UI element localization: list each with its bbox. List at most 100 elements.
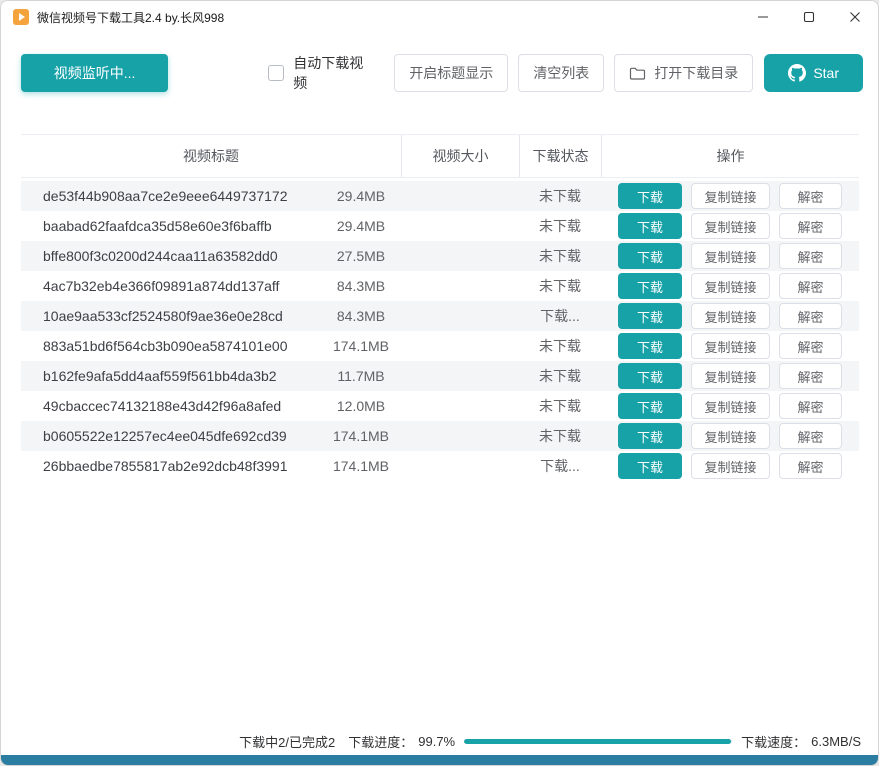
download-button[interactable]: 下载 (618, 213, 682, 239)
title-display-button[interactable]: 开启标题显示 (394, 54, 508, 92)
table-row: 883a51bd6f564cb3b090ea5874101e00 174.1MB… (21, 331, 859, 361)
video-size-cell: 27.5MB (301, 248, 421, 264)
video-size-cell: 84.3MB (301, 308, 421, 324)
download-button[interactable]: 下载 (618, 333, 682, 359)
table-row: 49cbaccec74132188e43d42f96a8afed 12.0MB … (21, 391, 859, 421)
header-download-status: 下载状态 (519, 135, 601, 177)
close-button[interactable] (832, 1, 878, 33)
decrypt-button[interactable]: 解密 (779, 393, 842, 419)
video-title-cell: 49cbaccec74132188e43d42f96a8afed (21, 398, 301, 414)
table-row: b162fe9afa5dd4aaf559f561bb4da3b2 11.7MB … (21, 361, 859, 391)
table-row: 10ae9aa533cf2524580f9ae36e0e28cd 84.3MB … (21, 301, 859, 331)
copy-link-button[interactable]: 复制链接 (691, 363, 770, 389)
download-button[interactable]: 下载 (618, 423, 682, 449)
video-size-cell: 12.0MB (301, 398, 421, 414)
auto-download-checkbox-group[interactable]: 自动下载视频 (268, 53, 374, 93)
github-star-button[interactable]: Star (764, 54, 863, 92)
maximize-icon (803, 11, 815, 23)
copy-link-button[interactable]: 复制链接 (691, 453, 770, 479)
decrypt-button[interactable]: 解密 (779, 243, 842, 269)
header-video-size: 视频大小 (401, 135, 519, 177)
minimize-icon (757, 11, 769, 23)
github-star-label: Star (813, 65, 839, 81)
titlebar: 微信视频号下载工具2.4 by.长风998 (1, 1, 878, 33)
copy-link-button[interactable]: 复制链接 (691, 273, 770, 299)
auto-download-checkbox[interactable] (268, 65, 284, 81)
window-controls (740, 1, 878, 33)
bottom-progress-bar (1, 755, 878, 765)
video-title-cell: 10ae9aa533cf2524580f9ae36e0e28cd (21, 308, 301, 324)
copy-link-button[interactable]: 复制链接 (691, 213, 770, 239)
download-button[interactable]: 下载 (618, 393, 682, 419)
video-title-cell: de53f44b908aa7ce2e9eee6449737172 (21, 188, 301, 204)
download-button[interactable]: 下载 (618, 453, 682, 479)
progress-label: 下载进度： (348, 732, 413, 751)
toolbar: 视频监听中... 自动下载视频 开启标题显示 清空列表 打开下载目录 Star (1, 33, 878, 93)
clear-list-button[interactable]: 清空列表 (518, 54, 604, 92)
close-icon (849, 11, 861, 23)
operations-cell: 下载 复制链接 解密 (601, 333, 859, 359)
table-row: 4ac7b32eb4e366f09891a874dd137aff 84.3MB … (21, 271, 859, 301)
copy-link-button[interactable]: 复制链接 (691, 303, 770, 329)
video-size-cell: 84.3MB (301, 278, 421, 294)
video-title-cell: b0605522e12257ec4ee045dfe692cd39 (21, 428, 301, 444)
open-download-dir-button[interactable]: 打开下载目录 (614, 54, 753, 92)
decrypt-button[interactable]: 解密 (779, 453, 842, 479)
maximize-button[interactable] (786, 1, 832, 33)
operations-cell: 下载 复制链接 解密 (601, 393, 859, 419)
decrypt-button[interactable]: 解密 (779, 423, 842, 449)
open-download-dir-label: 打开下载目录 (654, 63, 738, 83)
decrypt-button[interactable]: 解密 (779, 363, 842, 389)
operations-cell: 下载 复制链接 解密 (601, 243, 859, 269)
decrypt-button[interactable]: 解密 (779, 183, 842, 209)
video-size-cell: 29.4MB (301, 218, 421, 234)
video-title-cell: baabad62faafdca35d58e60e3f6baffb (21, 218, 301, 234)
operations-cell: 下载 复制链接 解密 (601, 273, 859, 299)
operations-cell: 下载 复制链接 解密 (601, 213, 859, 239)
header-video-title: 视频标题 (21, 135, 401, 177)
decrypt-button[interactable]: 解密 (779, 213, 842, 239)
table-row: baabad62faafdca35d58e60e3f6baffb 29.4MB … (21, 211, 859, 241)
download-status-cell: 下载... (519, 456, 601, 476)
progress-value: 99.7% (418, 734, 455, 749)
speed-label: 下载速度： (741, 732, 806, 751)
video-size-cell: 174.1MB (301, 458, 421, 474)
auto-download-label[interactable]: 自动下载视频 (293, 53, 374, 93)
table-row: b0605522e12257ec4ee045dfe692cd39 174.1MB… (21, 421, 859, 451)
download-status-cell: 未下载 (519, 336, 601, 356)
download-status-cell: 未下载 (519, 186, 601, 206)
copy-link-button[interactable]: 复制链接 (691, 393, 770, 419)
copy-link-button[interactable]: 复制链接 (691, 183, 770, 209)
operations-cell: 下载 复制链接 解密 (601, 423, 859, 449)
progress-bar (464, 739, 732, 744)
github-icon (788, 64, 806, 82)
copy-link-button[interactable]: 复制链接 (691, 423, 770, 449)
decrypt-button[interactable]: 解密 (779, 273, 842, 299)
download-button[interactable]: 下载 (618, 303, 682, 329)
copy-link-button[interactable]: 复制链接 (691, 243, 770, 269)
download-status-cell: 未下载 (519, 246, 601, 266)
table-row: bffe800f3c0200d244caa11a63582dd0 27.5MB … (21, 241, 859, 271)
video-size-cell: 11.7MB (301, 368, 421, 384)
monitor-button[interactable]: 视频监听中... (21, 54, 168, 92)
copy-link-button[interactable]: 复制链接 (691, 333, 770, 359)
decrypt-button[interactable]: 解密 (779, 303, 842, 329)
video-title-cell: bffe800f3c0200d244caa11a63582dd0 (21, 248, 301, 264)
download-status-cell: 未下载 (519, 396, 601, 416)
speed-value: 6.3MB/S (811, 734, 861, 749)
download-status-cell: 未下载 (519, 366, 601, 386)
minimize-button[interactable] (740, 1, 786, 33)
video-table: 视频标题 视频大小 下载状态 操作 de53f44b908aa7ce2e9eee… (21, 134, 859, 481)
table-row: de53f44b908aa7ce2e9eee6449737172 29.4MB … (21, 181, 859, 211)
download-button[interactable]: 下载 (618, 183, 682, 209)
decrypt-button[interactable]: 解密 (779, 333, 842, 359)
download-status-cell: 未下载 (519, 426, 601, 446)
video-size-cell: 174.1MB (301, 338, 421, 354)
video-title-cell: 883a51bd6f564cb3b090ea5874101e00 (21, 338, 301, 354)
operations-cell: 下载 复制链接 解密 (601, 303, 859, 329)
download-button[interactable]: 下载 (618, 363, 682, 389)
download-button[interactable]: 下载 (618, 273, 682, 299)
operations-cell: 下载 复制链接 解密 (601, 183, 859, 209)
download-counts: 下载中2/已完成2 (239, 732, 335, 751)
download-button[interactable]: 下载 (618, 243, 682, 269)
